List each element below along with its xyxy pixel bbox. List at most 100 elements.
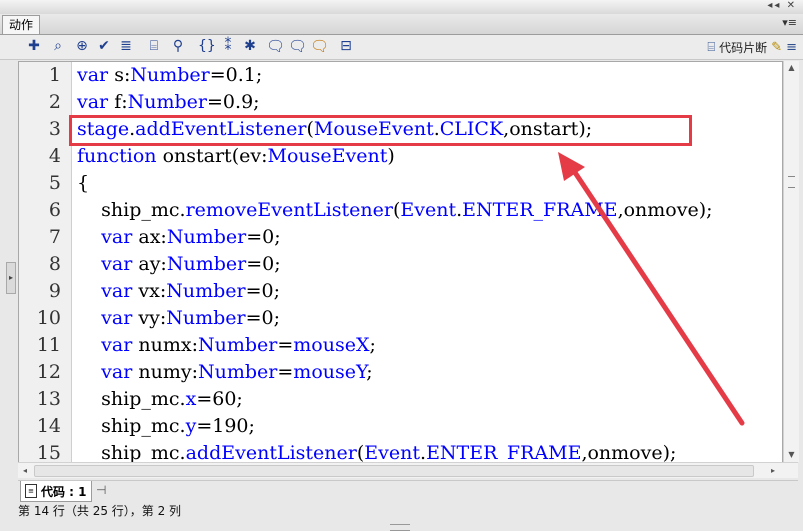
code-token: { [77,172,90,194]
code-editor[interactable]: 1 2 3 4 5 6 7 8 9 10 11 12 13 14 15 var … [18,61,783,464]
scroll-down-icon[interactable]: ▼ [784,448,799,462]
resize-grip[interactable] [390,524,410,531]
code-snippets-icon[interactable]: ⌸ [707,40,715,55]
code-token: ship_mc. [77,388,186,410]
code-token: var [101,334,133,356]
scroll-grip-icon[interactable] [788,176,795,188]
code-token: Number [130,64,210,86]
code-line: ship_mc.addEventListener(Event.ENTER_FRA… [77,442,676,464]
line-number: 14 [36,415,61,437]
line-number: 13 [36,388,61,410]
code-hint-icon[interactable]: ⌸ [146,38,162,54]
horizontal-scrollbar[interactable]: ◂ ▸ [18,462,798,478]
code-token: ; [366,361,373,383]
line-number: 9 [48,280,61,302]
check-syntax-icon[interactable]: ✔ [96,38,112,54]
actions-panel-tab[interactable]: 动作 [2,15,41,34]
code-token: removeEventListener [185,199,393,221]
code-token: Event [364,442,421,464]
panel-tabbar: 动作 ▾≡ [0,14,803,35]
code-token: =0; [246,253,281,275]
code-token: mouseX [293,334,370,356]
scroll-thumb[interactable] [34,465,754,477]
expand-toolbox-handle[interactable]: ▸ [6,262,16,294]
code-token: Number [197,334,278,356]
collapse-panel-icon[interactable]: ◂◂ ✕ [767,0,797,11]
code-token: Event [400,199,457,221]
code-token: function [77,145,157,167]
code-token: s: [108,64,131,86]
code-line: ship_mc.x=60; [77,388,243,410]
expand-all-icon[interactable]: ✱ [242,38,258,54]
help-icon[interactable]: ✎ [771,40,782,55]
code-line: var numx:Number=mouseX; [77,334,376,356]
debug-options-icon[interactable]: ⚲ [170,38,186,54]
collapse-braces-icon[interactable]: {} [198,38,216,54]
script-tabs: ≡ 代码 : 1 ⊣ [18,480,798,503]
code-token: MouseEvent [267,145,388,167]
code-token: Number [198,361,278,383]
code-token: ) [387,145,395,167]
code-token: ( [306,118,314,140]
apply-block-comment-icon[interactable]: 🗨 [266,38,285,54]
remove-comment-icon[interactable]: 🗨 [310,38,329,54]
code-token: =0.9; [207,91,260,113]
line-number-gutter: 1 2 3 4 5 6 7 8 9 10 11 12 13 14 15 [19,62,72,463]
code-line: stage.addEventListener(MouseEvent.CLICK,… [77,118,592,140]
target-path-icon[interactable]: ⊕ [74,38,90,54]
panel-titlebar: ◂◂ ✕ [0,0,803,15]
scroll-up-icon[interactable]: ▲ [784,61,799,75]
code-line: ship_mc.y=190; [77,415,255,437]
code-token: Number [166,226,247,248]
code-line: var ax:Number=0; [77,226,281,248]
collapse-selection-icon[interactable]: ⁑ [220,38,236,54]
code-script-tab[interactable]: ≡ 代码 : 1 [20,481,92,502]
line-number: 6 [48,199,61,221]
code-token: ship_mc. [77,415,186,437]
code-token: var [101,361,133,383]
code-token: var [101,226,133,248]
code-line: { [77,172,89,194]
code-token: = [277,361,294,383]
line-number: 1 [48,64,61,86]
auto-format-icon[interactable]: ≣ [118,38,134,54]
apply-line-comment-icon[interactable]: 🗨 [288,38,307,54]
code-token: numx: [132,334,198,356]
line-number: 3 [48,118,61,140]
toggle-toolbox-icon[interactable]: ⊟ [338,38,354,54]
line-number: 8 [48,253,61,275]
code-token: numy: [132,361,198,383]
code-token: Number [166,253,247,275]
code-token: = [277,334,294,356]
code-snippets-button[interactable]: 代码片断 [719,39,767,56]
find-icon[interactable]: ⌕ [50,38,66,54]
code-token: =0; [246,226,281,248]
code-token: ENTER_FRAME [426,442,582,464]
code-token: ,onmove); [617,199,713,221]
line-number: 7 [48,226,61,248]
add-script-item-icon[interactable]: ✚ [26,38,42,54]
options-menu-icon[interactable]: ≡ [786,40,797,55]
code-line: var numy:Number=mouseY; [77,361,373,383]
line-number: 2 [48,91,61,113]
line-number: 15 [36,442,61,464]
code-token: mouseY [293,361,367,383]
panel-menu-icon[interactable]: ▾≡ [782,16,797,29]
code-token: x [185,388,197,410]
vertical-scrollbar[interactable]: ▲ ▼ [783,61,799,462]
code-token: onstart(ev: [156,145,268,167]
code-token: ax: [132,226,167,248]
code-token: var [77,91,109,113]
code-token: =0.1; [209,64,263,86]
scroll-left-icon[interactable]: ◂ [18,463,32,478]
code-token: Number [166,307,246,329]
scroll-right-icon[interactable]: ▸ [766,463,780,478]
code-token: ; [369,334,376,356]
status-bar: 第 14 行（共 25 行），第 2 列 [18,504,182,518]
pin-icon[interactable]: ⊣ [96,483,106,497]
code-token: vy: [132,307,167,329]
script-file-icon: ≡ [25,484,37,498]
